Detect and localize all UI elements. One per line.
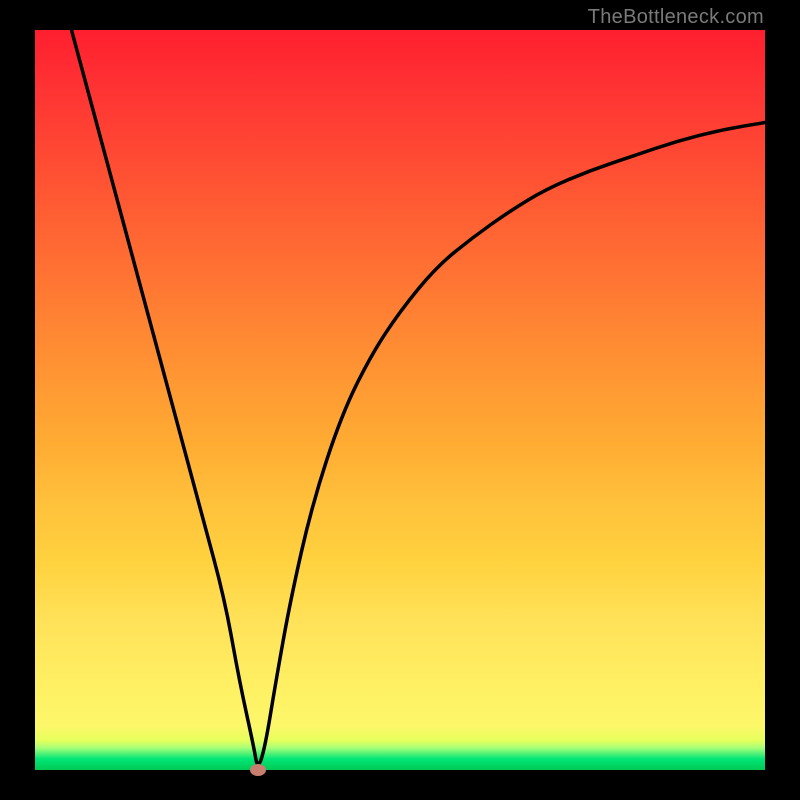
watermark-text: TheBottleneck.com [588,6,764,29]
chart-plot-area [35,30,765,770]
minimum-marker [250,764,266,776]
